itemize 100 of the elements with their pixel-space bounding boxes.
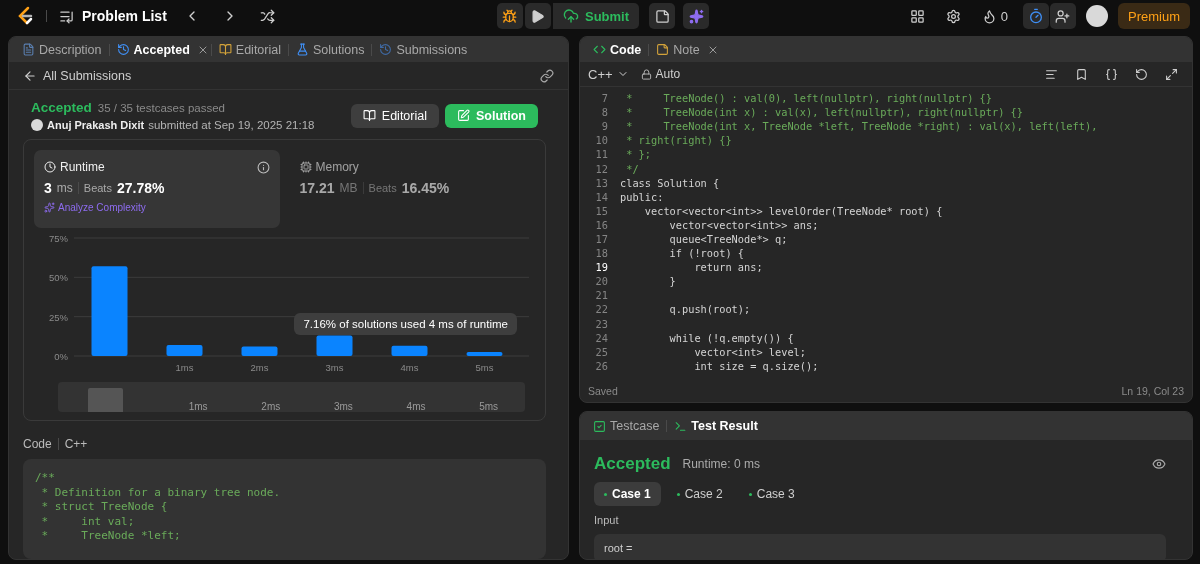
stat-unit: MB [339,181,358,195]
terminal-icon [674,419,688,433]
code-preview: /** * Definition for a binary tree node. * struct TreeNode { * int val; * TreeNode *left; [23,459,546,559]
logo-icon[interactable] [16,6,34,26]
document-icon [22,43,35,56]
link-icon[interactable] [540,68,554,83]
line-number: 15 [594,204,609,217]
line-number: 8 [600,106,609,119]
history-icon [379,43,393,56]
range-label: 4ms [405,401,427,412]
sparkle-icon [688,8,704,24]
chart-bar[interactable] [241,346,278,356]
line-number: 17 [594,233,609,245]
panel-tab[interactable]: Description [17,38,107,61]
timer-icon [1028,8,1044,24]
code-line: * TreeNode() : val(0), left(nullptr), right(nullptr) {} [625,92,992,105]
bug-icon [502,8,518,24]
problem-list-title[interactable]: Problem List [82,8,167,24]
save-status: Saved [588,385,618,397]
line-number: 19 [594,261,609,274]
submission-status: Accepted [31,100,92,115]
settings-icon [946,8,962,24]
beats-label: Beats [368,182,397,194]
streak-button[interactable]: 0 [976,3,1013,29]
run-button[interactable] [524,3,551,29]
panel-tab[interactable]: Solutions [291,38,370,61]
code-line: public: [619,190,664,203]
chip-icon [299,161,312,173]
case-tab[interactable]: Case 1 [594,482,661,506]
line-number: 12 [594,162,609,175]
align-left-icon [1044,67,1058,81]
range-label: 3ms [332,401,354,412]
chart-bar[interactable] [391,345,428,356]
line-number: 9 [600,120,609,133]
line-number: 18 [594,247,609,260]
lock-icon [640,68,652,80]
clock-icon [44,161,56,173]
panel-tab[interactable]: Accepted [111,38,195,61]
editor-tab[interactable]: Code [588,38,647,61]
panel-tab[interactable]: Editorial [213,38,286,61]
info-icon[interactable] [256,160,270,174]
stat-value: 3 [44,180,52,196]
bookmark-icon [1074,67,1088,81]
code-line: * TreeNode(int x) : val(x), left(nullptr), right(nullptr) {} [625,106,1023,119]
line-number: 16 [594,218,609,231]
case-tab[interactable]: Case 2 [666,482,733,506]
play-icon [530,8,546,24]
sparkle-button[interactable] [683,3,710,29]
panel-tab[interactable]: Submissions [374,38,473,61]
avatar[interactable] [1086,5,1108,27]
debug-button[interactable] [496,3,523,29]
stat-card[interactable]: Memory 17.21 MB Beats 16.45% [289,150,535,228]
code-line: * TreeNode(int x, TreeNode *left, TreeNode *right) : val(x), left(left), [625,120,1098,133]
timer-button[interactable] [1023,3,1049,29]
range-selector[interactable]: 1ms 2ms 3ms 4ms 5ms [58,382,525,412]
code-line: q.push(root); [668,303,751,316]
range-label: 5ms [478,401,500,412]
beats-value: 16.45% [401,180,450,196]
language-select[interactable]: C++ [588,61,629,87]
add-user-button[interactable] [1050,3,1076,29]
book-icon [362,109,376,122]
stat-title: Memory [315,160,359,174]
range-label: 2ms [260,401,282,412]
code-line: queue<TreeNode*> q; [668,233,788,245]
range-handle[interactable] [88,388,123,412]
chart-tooltip: 7.16% of solutions used 4 ms of runtime [294,313,517,335]
result-tab[interactable]: Test Result [669,415,763,437]
cursor-position: Ln 19, Col 23 [1121,385,1184,397]
stat-card[interactable]: Runtime 3 ms Beats 27.78% Analyze Complexity [34,150,280,228]
x-axis-label: 5ms [475,362,494,373]
eye-icon[interactable] [1152,457,1166,471]
case-tab[interactable]: Case 3 [738,482,805,506]
back-link[interactable]: All Submissions [23,68,132,83]
author-name[interactable]: Anuj Prakash Dixit [47,119,145,131]
code-line: if (!root) { [668,247,744,260]
line-number: 7 [600,92,609,105]
note-button[interactable] [649,3,676,29]
y-axis-label: 0% [54,351,68,362]
input-value: root = [594,534,1166,559]
editorial-button[interactable]: Editorial [350,103,439,128]
code-line: } [668,275,676,288]
y-axis-label: 50% [49,272,68,284]
code-line: class Solution { [619,176,720,189]
cloud-upload-icon [562,8,579,24]
editor-tab[interactable]: Note [651,38,705,61]
line-number: 24 [594,331,609,344]
pen-icon [457,109,470,122]
y-axis-label: 25% [49,311,68,323]
premium-button[interactable]: Premium [1118,3,1190,29]
result-tab[interactable]: Testcase [588,415,665,437]
submit-button[interactable]: Submit [552,3,640,29]
stat-title: Runtime [60,160,105,174]
stat-value: 17.21 [299,180,335,196]
checkbox-icon [593,419,606,433]
line-number: 26 [594,359,609,372]
flame-icon [981,8,997,24]
chart-bar[interactable] [466,352,503,356]
result-runtime: Runtime: 0 ms [682,457,760,471]
list-icon[interactable] [59,8,74,24]
line-number: 23 [594,317,609,330]
